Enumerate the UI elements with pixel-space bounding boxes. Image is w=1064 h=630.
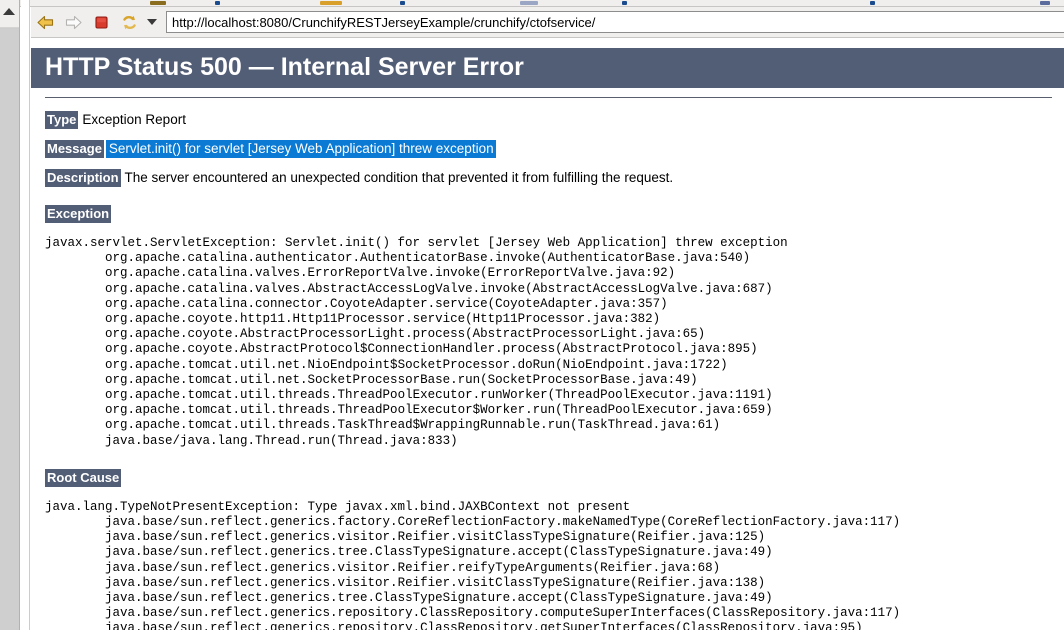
- forward-arrow-icon: [59, 9, 87, 35]
- editor-vertical-scrollbar[interactable]: [0, 0, 20, 630]
- refresh-icon[interactable]: [115, 9, 143, 35]
- toolbar-icon-8: [1040, 1, 1050, 5]
- page-title: HTTP Status 500 — Internal Server Error: [31, 48, 1064, 88]
- field-label-type: Type: [45, 111, 79, 129]
- header-divider: [45, 97, 1052, 98]
- field-label-message: Message: [45, 140, 104, 158]
- url-input[interactable]: [166, 11, 1064, 33]
- field-type: Type Exception Report: [45, 111, 1064, 129]
- field-value-message[interactable]: Servlet.init() for servlet [Jersey Web A…: [105, 140, 496, 158]
- scrollbar-top-cap: [0, 0, 19, 28]
- ide-toolbar-sliver: [0, 0, 1064, 7]
- error-details: Type Exception Report Message Servlet.init…: [31, 111, 1064, 630]
- browser-navbar: [31, 7, 1064, 38]
- toolbar-icon-7: [870, 1, 875, 5]
- error-page-content: HTTP Status 500 — Internal Server Error …: [31, 39, 1064, 630]
- toolbar-icon-4: [400, 1, 405, 5]
- scroll-up-arrow-icon[interactable]: [3, 8, 15, 15]
- exception-section: Exception: [45, 185, 1064, 223]
- scrollbar-track[interactable]: [0, 29, 19, 630]
- toolbar-icon-5: [520, 1, 538, 5]
- section-label-root-cause: Root Cause: [45, 468, 122, 487]
- section-label-exception: Exception: [45, 205, 112, 223]
- panel-divider: [21, 0, 30, 630]
- caret-glyph: [147, 19, 157, 25]
- eclipse-internal-browser: HTTP Status 500 — Internal Server Error …: [0, 0, 1064, 630]
- field-value-type: Exception Report: [82, 112, 186, 127]
- back-arrow-icon[interactable]: [31, 9, 59, 35]
- stop-square-icon[interactable]: [87, 9, 115, 35]
- root-cause-stack-trace: java.lang.TypeNotPresentException: Type …: [45, 499, 901, 630]
- toolbar-icon-6: [622, 1, 627, 5]
- root-cause-section: Root Cause: [45, 449, 1064, 487]
- toolbar-icon-3: [320, 1, 342, 5]
- toolbar-icon-2: [215, 1, 220, 5]
- field-message: Message Servlet.init() for servlet [Jerse…: [45, 140, 1064, 158]
- toolbar-icon-1: [150, 1, 166, 5]
- field-value-description: The server encountered an unexpected con…: [124, 170, 674, 185]
- chevron-down-icon[interactable]: [143, 9, 161, 35]
- field-description: Description The server encountered an une…: [45, 169, 1064, 187]
- exception-stack-trace: javax.servlet.ServletException: Servlet.…: [45, 236, 788, 448]
